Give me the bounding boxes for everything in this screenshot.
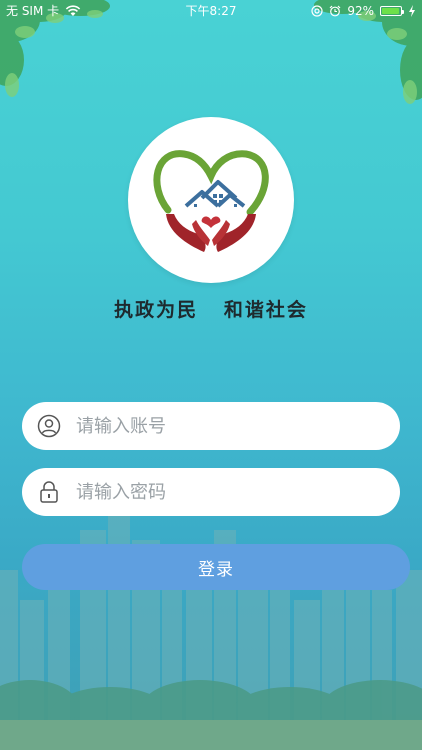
slogan: 执政为民 和谐社会: [114, 299, 308, 321]
alarm-icon: [329, 5, 341, 17]
at-icon: [311, 5, 323, 17]
heart-home-logo-icon: [153, 150, 269, 252]
account-input[interactable]: [74, 414, 400, 438]
charging-icon: [409, 5, 415, 17]
battery-percent: 92%: [347, 4, 374, 18]
wifi-icon: [65, 5, 81, 16]
battery-level-fill: [382, 8, 399, 14]
account-field[interactable]: [22, 402, 400, 450]
user-icon: [36, 413, 62, 439]
lock-icon: [36, 479, 62, 505]
carrier-label: 无 SIM 卡: [6, 4, 60, 18]
app-logo: [128, 117, 294, 283]
battery-icon: [380, 6, 404, 16]
status-bar: 无 SIM 卡 下午8:27 92%: [0, 0, 422, 22]
clock: 下午8:27: [185, 4, 237, 18]
login-button[interactable]: 登录: [22, 544, 410, 590]
password-input[interactable]: [74, 480, 400, 504]
password-field[interactable]: [22, 468, 400, 516]
